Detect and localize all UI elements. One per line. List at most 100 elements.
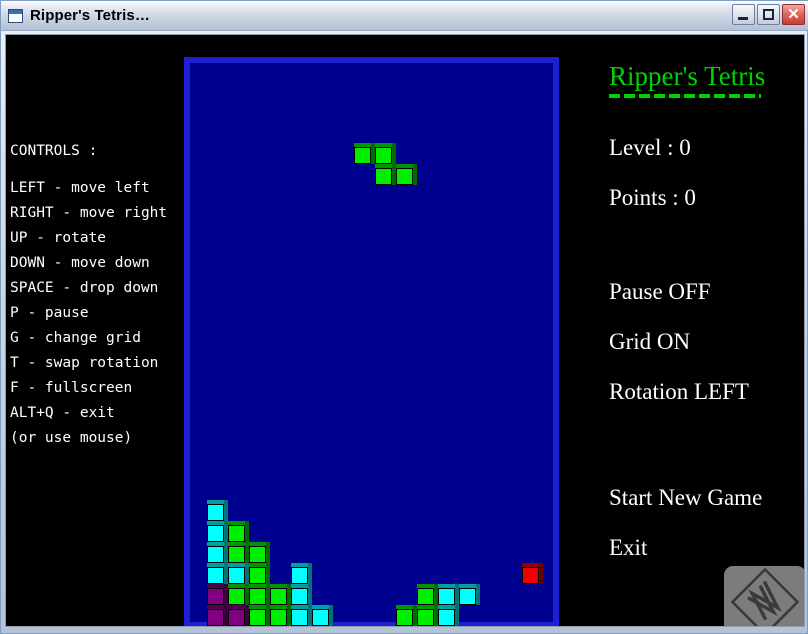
stack-block-11 [228,584,249,605]
grid-toggle[interactable]: Grid ON [609,329,690,355]
stack-block-9 [291,563,312,584]
stack-block-20 [228,605,249,626]
block-face [522,567,539,584]
title-underline [609,94,761,98]
block-side [329,605,333,626]
block-side [308,584,312,605]
block-face [354,147,371,164]
start-new-game-button[interactable]: Start New Game [609,485,762,511]
control-line-4: SPACE - drop down [10,280,159,296]
block-face [228,525,245,542]
block-face [291,567,308,584]
block-face [270,609,287,626]
block-face [228,567,245,584]
stack-block-17 [459,584,480,605]
stack-block-22 [270,605,291,626]
block-side [308,563,312,584]
close-icon: ✕ [787,6,800,23]
stack-block-7 [228,563,249,584]
falling-block-1 [375,143,396,164]
block-face [228,609,245,626]
stack-block-15 [417,584,438,605]
stack-block-26 [417,605,438,626]
instaluj-watermark: INSTALUJ.CZ [724,566,804,626]
falling-block-0 [354,143,375,164]
window-controls: ✕ [732,4,805,25]
block-side [245,521,249,542]
controls-heading: CONTROLS : [10,143,98,159]
block-face [438,609,455,626]
control-line-3: DOWN - move down [10,255,150,271]
game-canvas: CONTROLS : LEFT - move left RIGHT - move r… [6,35,804,626]
playfield-border [184,57,559,626]
close-button[interactable]: ✕ [782,4,805,25]
stack-block-0 [207,500,228,521]
block-face [375,147,392,164]
block-face [396,168,413,185]
block-face [207,546,224,563]
block-face [207,588,224,605]
control-line-7: T - swap rotation [10,355,159,371]
stack-block-19 [207,605,228,626]
game-title: Ripper's Tetris [609,61,766,91]
minimize-button[interactable] [732,4,755,25]
block-face [417,588,434,605]
playfield[interactable] [190,63,553,626]
block-face [249,588,266,605]
maximize-button[interactable] [757,4,780,25]
stack-block-8 [249,563,270,584]
block-face [312,609,329,626]
block-face [396,609,413,626]
control-line-9: ALT+Q - exit [10,405,115,421]
side-panel: Ripper's Tetris Level : 0 Points : 0 Pau… [602,35,802,626]
block-face [207,609,224,626]
block-face [228,546,245,563]
stack-block-10 [207,584,228,605]
window-title: Ripper's Tetris… [30,7,150,24]
stack-block-5 [249,542,270,563]
block-face [207,567,224,584]
block-face [270,588,287,605]
control-line-1: RIGHT - move right [10,205,168,221]
stack-block-14 [291,584,312,605]
falling-block-2 [375,164,396,185]
control-line-10: (or use mouse) [10,430,133,446]
stack-block-24 [312,605,333,626]
title-bar: Ripper's Tetris… ✕ [1,1,808,31]
stack-block-3 [207,542,228,563]
block-face [417,609,434,626]
block-side [266,563,270,584]
exit-button[interactable]: Exit [609,535,647,561]
block-face [459,588,476,605]
stack-block-23 [291,605,312,626]
stack-block-4 [228,542,249,563]
stack-block-27 [438,605,459,626]
control-line-0: LEFT - move left [10,180,150,196]
window-icon [8,8,23,23]
block-side [455,605,459,626]
block-side [476,584,480,605]
game-canvas-frame: CONTROLS : LEFT - move left RIGHT - move r… [5,34,805,627]
stack-block-2 [228,521,249,542]
block-face [249,546,266,563]
stack-block-13 [270,584,291,605]
stack-block-12 [249,584,270,605]
block-face [249,609,266,626]
block-face [207,504,224,521]
control-line-2: UP - rotate [10,230,107,246]
pause-toggle[interactable]: Pause OFF [609,279,711,305]
block-face [249,567,266,584]
block-side [413,164,417,185]
block-face [438,588,455,605]
instaluj-logo-icon [730,567,800,626]
controls-help-text: CONTROLS : LEFT - move left RIGHT - move r… [10,139,200,451]
block-side [266,542,270,563]
level-label: Level : 0 [609,135,691,160]
rotation-toggle[interactable]: Rotation LEFT [609,379,749,405]
stack-block-18 [522,563,543,584]
stack-block-21 [249,605,270,626]
block-face [291,588,308,605]
block-face [207,525,224,542]
block-side [224,500,228,521]
falling-block-3 [396,164,417,185]
